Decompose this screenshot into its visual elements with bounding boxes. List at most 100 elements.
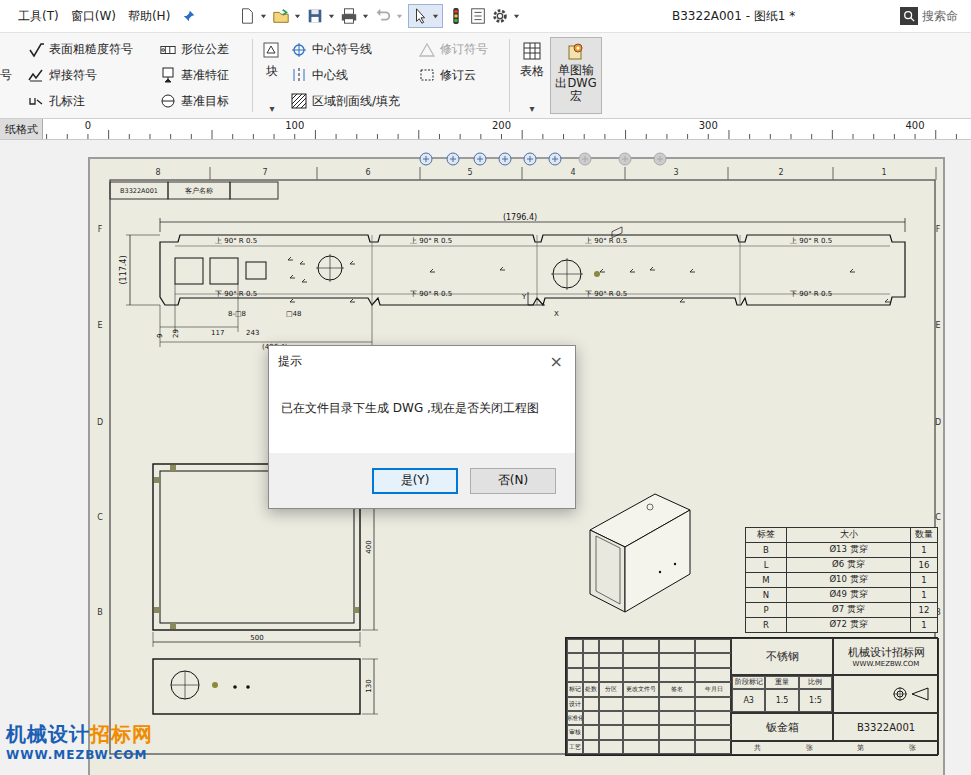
dropdown-arrow-icon[interactable] xyxy=(260,13,268,20)
header-cell: B3322A001 xyxy=(120,187,158,195)
search-box[interactable]: 搜索命 xyxy=(900,7,971,25)
print-icon[interactable] xyxy=(340,7,358,25)
stage-cell: 阶段标记重量比例 A31.51:5 xyxy=(731,675,833,713)
open-folder-icon[interactable] xyxy=(272,7,290,25)
dropdown-arrow-icon[interactable] xyxy=(362,13,370,20)
ruler-bar: 纸格式 0100200300400 xyxy=(0,119,971,140)
dropdown-arrow-icon xyxy=(432,13,439,20)
table-cell: M xyxy=(746,573,787,588)
grid-cell xyxy=(583,653,599,667)
bend-note: 上 90° R 0.5 xyxy=(790,237,832,245)
hole-table-header: 标签大小数量 xyxy=(746,528,938,543)
view-tool-icon[interactable] xyxy=(654,153,666,165)
ribbon-item[interactable]: 孔标注 xyxy=(28,92,156,110)
ribbon-item[interactable]: 基准特征 xyxy=(160,66,248,84)
pointer-icon xyxy=(412,7,430,25)
ribbon-item[interactable]: 区域剖面线/填充 xyxy=(291,92,415,110)
file-properties-icon[interactable] xyxy=(469,7,487,25)
dimension[interactable]: 500 xyxy=(250,634,263,642)
grid-cell xyxy=(695,725,732,739)
view-tool-icon[interactable] xyxy=(474,153,486,165)
bend-note: 上 90° R 0.5 xyxy=(585,237,627,245)
bend-note: 上 90° R 0.5 xyxy=(410,237,452,245)
dropdown-arrow-icon[interactable] xyxy=(396,13,404,20)
dimension[interactable]: (1796.4) xyxy=(503,213,537,222)
isometric-view[interactable] xyxy=(590,227,690,612)
view-tool-icon[interactable] xyxy=(420,153,432,165)
dropdown-arrow-icon[interactable] xyxy=(328,13,336,20)
ribbon-item[interactable]: 中心线 xyxy=(291,66,415,84)
ribbon-item[interactable]: 表面粗糙度符号 xyxy=(28,41,156,59)
grid-cell xyxy=(599,711,623,725)
zone-label: F xyxy=(98,225,103,234)
ruler-label: 400 xyxy=(906,120,925,131)
dropdown-arrow-icon[interactable] xyxy=(294,13,302,20)
ribbon-item[interactable]: 形位公差 xyxy=(160,41,248,59)
dimension[interactable]: 9 xyxy=(156,334,164,338)
close-button[interactable]: × xyxy=(546,352,567,371)
pin-icon[interactable] xyxy=(182,9,196,23)
column-header: 数量 xyxy=(911,528,938,543)
dimension[interactable]: 29 xyxy=(172,329,180,338)
ribbon-item[interactable]: 基准目标 xyxy=(160,92,248,110)
view-tool-icon[interactable] xyxy=(499,153,511,165)
view-tool-icon[interactable] xyxy=(619,153,631,165)
menu-item[interactable]: 窗口(W) xyxy=(71,8,116,25)
dialog-button[interactable]: 否(N) xyxy=(470,468,556,494)
undo-icon[interactable] xyxy=(374,7,392,25)
dropdown-arrow-icon[interactable] xyxy=(513,13,521,20)
new-document-icon[interactable] xyxy=(238,7,256,25)
view-tool-icon[interactable] xyxy=(447,153,459,165)
bend-note: 下 90° R 0.5 xyxy=(790,290,832,298)
save-icon[interactable] xyxy=(306,7,324,25)
sheet-count-label: 张 xyxy=(806,743,813,753)
hole-table-row: BØ13 贯穿1 xyxy=(746,543,938,558)
dimension[interactable]: 130 xyxy=(365,679,373,692)
flat-pattern-view[interactable]: 上 90° R 0.5上 90° R 0.5上 90° R 0.5上 90° R… xyxy=(119,213,905,351)
grid-cell xyxy=(599,740,623,754)
ribbon-item[interactable]: 号 xyxy=(0,67,24,84)
bottom-view[interactable]: 130 xyxy=(153,659,378,714)
table-cell: Ø7 贯穿 xyxy=(787,603,911,618)
select-tool-button[interactable] xyxy=(408,4,443,28)
sheet-format-tab[interactable]: 纸格式 xyxy=(0,119,43,139)
annotation-ribbon: 号 表面粗糙度符号 焊接符号 孔标注 形位公差 基准特征 基准目标 块 ▾ 中心… xyxy=(0,33,971,119)
table-icon xyxy=(522,41,542,61)
dimension[interactable]: 117 xyxy=(211,329,224,337)
material-cell: 不锈钢 xyxy=(731,638,833,675)
dialog-button[interactable]: 是(Y) xyxy=(372,468,458,494)
sheet-count-label: 第 xyxy=(857,743,864,753)
dimension[interactable]: (117.4) xyxy=(119,255,128,284)
axis-label: Y xyxy=(521,293,527,301)
dimension[interactable]: 243 xyxy=(246,329,259,337)
quick-access-toolbar xyxy=(222,4,562,28)
ribbon-item[interactable]: 块 ▾ xyxy=(257,37,287,114)
menu-item[interactable]: 工具(T) xyxy=(18,8,59,25)
dimension[interactable]: 8-□8 xyxy=(228,310,246,318)
view-tool-icon[interactable] xyxy=(549,153,561,165)
company-url: WWW.MEZBW.COM xyxy=(853,660,920,668)
ribbon-item[interactable]: 修订云 xyxy=(419,66,505,84)
ribbon-item[interactable]: 焊接符号 xyxy=(28,66,156,84)
traffic-light-icon[interactable] xyxy=(447,7,465,25)
view-tool-icon[interactable] xyxy=(524,153,536,165)
dimension[interactable]: 400 xyxy=(365,540,373,553)
zone-label: C xyxy=(97,513,103,522)
ribbon-item[interactable]: 中心符号线 xyxy=(291,41,415,59)
grid-cell xyxy=(583,725,599,739)
grid-cell xyxy=(599,653,623,667)
grid-cell xyxy=(583,639,599,653)
dialog-title: 提示 xyxy=(278,353,302,370)
search-icon[interactable] xyxy=(900,7,918,25)
menu-item[interactable]: 帮助(H) xyxy=(128,8,170,25)
macro-button[interactable]: 单图输出DWG宏 xyxy=(550,37,602,114)
hole-table[interactable]: 标签大小数量BØ13 贯穿1LØ6 贯穿16MØ10 贯穿1NØ49 贯穿1PØ… xyxy=(745,527,938,633)
options-gear-icon[interactable] xyxy=(491,7,509,25)
window-title: B3322A001 - 图纸1 * xyxy=(562,8,900,25)
dimension[interactable]: □48 xyxy=(286,310,302,318)
surface-finish-icon xyxy=(28,42,44,58)
grid-cell xyxy=(567,653,583,667)
view-tool-icon[interactable] xyxy=(579,153,591,165)
ribbon-item[interactable]: 表格 ▾ xyxy=(514,37,550,114)
zone-label: B xyxy=(97,608,103,617)
